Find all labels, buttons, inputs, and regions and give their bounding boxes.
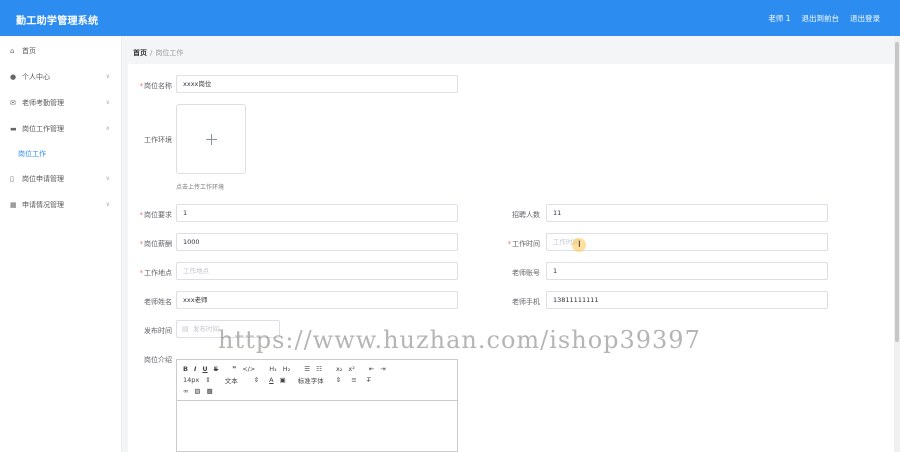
chevron-down-icon: ⇕ [335,375,342,384]
sidebar-item-label: 岗位工作管理 [22,125,64,133]
work-env-upload[interactable] [176,104,246,174]
teacher-account-input[interactable]: 1 [546,262,828,280]
text-style-select[interactable]: 文本 [225,375,238,385]
phone-icon: ▯ [10,175,14,183]
scrollbar-thumb[interactable] [895,42,899,342]
bullet-list-button[interactable]: ☷ [316,365,322,373]
clear-format-button[interactable]: T̶ [367,376,371,384]
work-location-input[interactable]: 工作地点 [176,262,458,280]
work-time-label: *工作时间 [507,240,541,248]
outdent-button[interactable]: ⇤ [369,365,374,373]
job-intro-editor[interactable]: B I U S ❞ </> H₁ H₂ ☰ ☷ x₂ x² ⇤ ⇥ 14px ⇕… [176,359,458,452]
image-icon[interactable]: ▨ [194,387,200,395]
chevron-down-icon: ∨ [105,175,110,182]
indent-button[interactable]: ⇥ [380,365,385,373]
chevron-down-icon: ⇕ [253,375,260,384]
link-icon[interactable]: ∞ [183,387,188,395]
teacher-name-input[interactable]: xxx老师 [176,291,458,309]
user-name: 老师 1 [768,14,791,23]
upload-tip: 点击上传工作环境 [176,184,225,191]
bold-button[interactable]: B [183,365,188,373]
home-icon: ⌂ [10,47,15,55]
teacher-phone-input[interactable]: 13811111111 [546,291,828,309]
video-icon[interactable]: ▩ [207,387,213,395]
blockquote-button[interactable]: ❞ [232,365,236,373]
chevron-down-icon: ∨ [105,99,110,106]
sidebar-item-label: 老师考勤管理 [22,99,64,107]
sidebar-item-label: 首页 [22,47,36,55]
work-env-label: 工作环境 [144,136,172,144]
strike-button[interactable]: S [214,365,219,373]
job-intro-label: 岗位介绍 [144,356,172,364]
app-title: 勤工助学管理系统 [16,16,99,27]
briefcase-icon: ▬ [10,125,17,133]
recruit-count-label: 招聘人数 [512,211,540,219]
breadcrumb-home[interactable]: 首页 [133,49,147,57]
job-salary-input[interactable]: 1000 [176,233,458,251]
sidebar-item-job-application[interactable]: ▯ 岗位申请管理 ∨ [0,166,121,192]
chevron-down-icon: ⇕ [205,375,211,384]
page-scrollbar[interactable] [894,36,900,452]
ordered-list-button[interactable]: ☰ [304,365,310,373]
sidebar-item-job-management[interactable]: ▬ 岗位工作管理 ∧ [0,116,121,142]
code-block-button[interactable]: </> [242,365,255,373]
font-size-select[interactable]: 14px [183,376,199,384]
publish-time-label: 发布时间 [144,327,172,335]
sidebar-item-profile[interactable]: ● 个人中心 ∨ [0,64,121,90]
chevron-down-icon: ∨ [105,73,110,80]
heading2-button[interactable]: H₂ [283,365,291,373]
sidebar: ⌂ 首页 ● 个人中心 ∨ ✉ 老师考勤管理 ∨ ▬ 岗位工作管理 ∧ 岗位工作… [0,36,122,452]
logout-link[interactable]: 退出登录 [850,13,880,24]
job-requirement-label: *岗位要求 [139,211,173,219]
breadcrumb-separator: / [150,49,153,57]
required-mark: * [139,82,144,90]
align-button[interactable]: ≡ [351,376,356,384]
breadcrumb: 首页 / 岗位工作 [133,48,183,58]
header-actions: 老师 1 退出到前台 退出登录 [768,13,880,24]
back-to-frontend-link[interactable]: 退出到前台 [802,13,840,24]
heading1-button[interactable]: H₁ [269,365,277,373]
teacher-phone-label: 老师手机 [512,298,540,306]
job-requirement-input[interactable]: 1 [176,204,458,222]
breadcrumb-current: 岗位工作 [155,49,184,57]
teacher-name-label: 老师姓名 [144,298,172,306]
chevron-up-icon: ∧ [105,125,110,132]
editor-toolbar: B I U S ❞ </> H₁ H₂ ☰ ☷ x₂ x² ⇤ ⇥ 14px ⇕… [177,360,457,401]
chevron-down-icon: ∨ [105,201,110,208]
recruit-count-input[interactable]: 11 [546,204,828,222]
sidebar-item-home[interactable]: ⌂ 首页 [0,38,121,64]
sidebar-item-label: 岗位申请管理 [22,175,64,183]
sidebar-item-label: 个人中心 [22,73,50,81]
font-color-button[interactable]: A [269,376,273,384]
italic-button[interactable]: I [194,365,196,373]
watermark: https://www.huzhan.com/ishop39397 [218,326,701,354]
sidebar-subitem-job-work[interactable]: 岗位工作 [0,142,121,166]
work-time-input[interactable]: 工作时间 [546,233,828,251]
mail-icon: ✉ [10,99,16,107]
job-salary-label: *岗位薪酬 [139,240,173,248]
underline-button[interactable]: U [202,365,207,373]
user-icon: ● [10,73,17,81]
teacher-account-label: 老师账号 [512,269,540,277]
text-cursor-icon: I [578,240,581,250]
sidebar-item-attendance[interactable]: ✉ 老师考勤管理 ∨ [0,90,121,116]
superscript-button[interactable]: x² [348,365,354,373]
font-family-select[interactable]: 标准字体 [298,375,324,385]
background-color-button[interactable]: ▣ [280,376,286,384]
job-name-label: *岗位名称 [139,82,173,90]
sidebar-item-application-status[interactable]: ▦ 申请情况管理 ∨ [0,192,121,218]
work-location-label: *工作地点 [139,269,173,277]
sidebar-item-label: 申请情况管理 [22,201,64,209]
building-icon: ▦ [10,201,17,209]
subscript-button[interactable]: x₂ [336,365,342,373]
job-name-input[interactable]: xxxx岗位 [176,75,458,93]
top-header: 勤工助学管理系统 老师 1 退出到前台 退出登录 [0,0,900,36]
calendar-icon: ▤ [182,325,189,333]
